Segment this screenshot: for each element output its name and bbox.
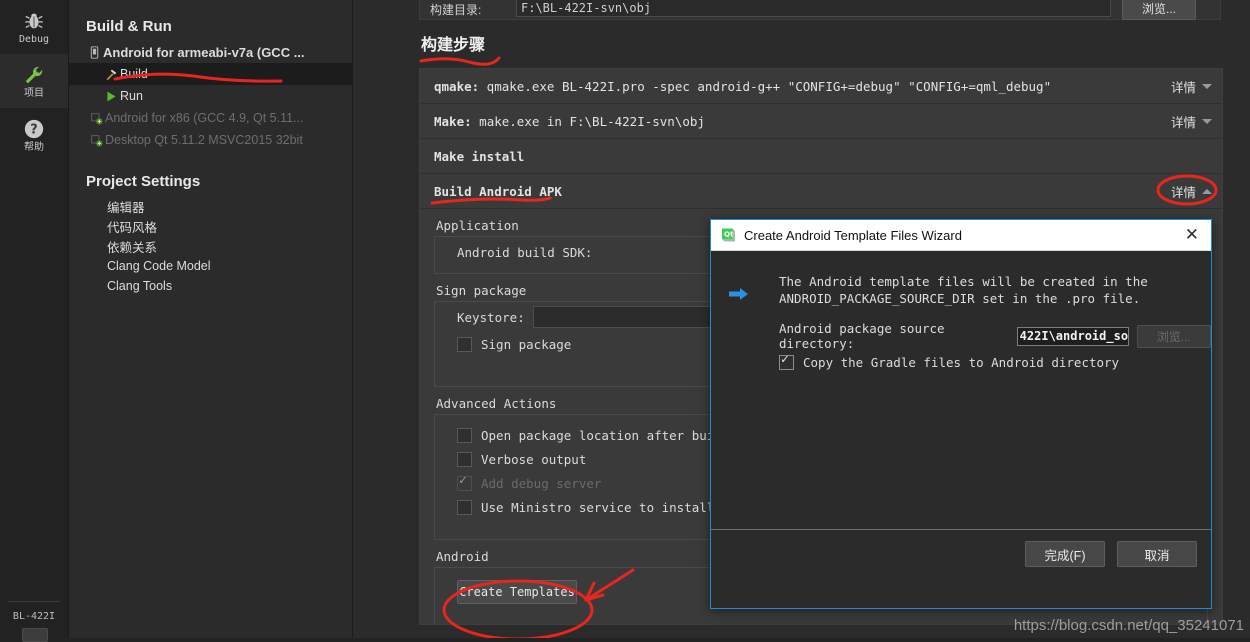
arrow-right-icon	[729, 287, 749, 301]
wizard-message: The Android template files will be creat…	[779, 273, 1179, 307]
tree-item-run[interactable]: Run	[69, 85, 352, 107]
mode-label-projects: 项目	[24, 87, 44, 99]
build-step-detail-button[interactable]: 详情	[1171, 112, 1212, 131]
wizard-finish-button[interactable]: 完成(F)	[1025, 541, 1105, 567]
active-project-label: BL-422I	[12, 611, 56, 622]
build-directory-group: 构建目录: F:\BL-422I-svn\obj 浏览...	[419, 0, 1221, 20]
verbose-output-checkbox[interactable]	[457, 451, 472, 467]
mode-button-projects[interactable]: 项目	[0, 54, 68, 108]
use-ministro-checkbox[interactable]	[457, 499, 472, 515]
build-step-name: Make install	[434, 148, 525, 164]
kit-add-icon	[87, 134, 105, 147]
build-steps-heading: 构建步骤	[421, 37, 486, 54]
tree-kit-android-armeabi[interactable]: Android for armeabi-v7a (GCC ...	[69, 41, 352, 63]
wizard-title: Create Android Template Files Wizard	[744, 227, 962, 243]
wizard-cancel-button[interactable]: 取消	[1117, 541, 1197, 567]
settings-item-clang-code-model[interactable]: Clang Code Model	[69, 256, 352, 276]
watermark: https://blog.csdn.net/qq_35241071	[1013, 617, 1244, 634]
android-build-sdk-label: Android build SDK:	[457, 244, 593, 260]
bug-icon	[23, 10, 45, 32]
detail-label: 详情	[1170, 81, 1196, 95]
open-package-location-checkbox[interactable]	[457, 427, 472, 443]
build-directory-browse-button[interactable]: 浏览...	[1122, 0, 1196, 20]
build-step-args: qmake.exe BL-422I.pro -spec android-g++ …	[479, 78, 1052, 94]
rail-divider	[8, 601, 60, 602]
wizard-message-line1: The Android template files will be creat…	[779, 274, 1148, 289]
tree-kit-android-x86[interactable]: Android for x86 (GCC 4.9, Qt 5.11...	[69, 107, 352, 129]
build-step-make-install[interactable]: Make install	[420, 139, 1222, 174]
add-debug-server-checkbox	[457, 473, 472, 491]
mode-rail: Debug 项目 ? 帮助 BL-422I	[0, 0, 69, 642]
tree-item-label: Build	[120, 67, 148, 81]
wizard-message-line2: ANDROID_PACKAGE_SOURCE_DIR set in the .p…	[779, 291, 1141, 306]
build-step-name: Build Android APK	[434, 183, 562, 199]
project-tree-pane: Build & Run Android for armeabi-v7a (GCC…	[69, 0, 353, 638]
tree-item-label: Run	[120, 89, 143, 103]
kit-add-icon	[87, 112, 105, 125]
wizard-directory-label: Android package source directory:	[779, 321, 945, 351]
build-step-make[interactable]: Make: make.exe in F:\BL-422I-svn\obj 详情	[420, 104, 1222, 139]
device-icon	[85, 45, 103, 59]
svg-text:?: ?	[30, 122, 37, 137]
build-directory-input[interactable]: F:\BL-422I-svn\obj	[516, 0, 1111, 17]
build-step-args: make.exe in F:\BL-422I-svn\obj	[471, 113, 705, 129]
mode-button-help[interactable]: ? 帮助	[0, 108, 68, 162]
verbose-output-label: Verbose output	[481, 451, 587, 467]
detail-label: 详情	[1170, 186, 1196, 200]
mode-label-help: 帮助	[24, 141, 44, 153]
tree-kit-label: Desktop Qt 5.11.2 MSVC2015 32bit	[105, 133, 303, 147]
use-ministro-label: Use Ministro service to install Qt	[481, 499, 737, 515]
create-android-template-wizard-dialog: Qt Create Android Template Files Wizard …	[710, 219, 1212, 609]
detail-label: 详情	[1170, 116, 1196, 130]
qt-logo-icon: Qt	[720, 227, 736, 243]
tree-kit-label: Android for x86 (GCC 4.9, Qt 5.11...	[105, 111, 304, 125]
build-step-build-android-apk[interactable]: Build Android APK 详情	[420, 174, 1222, 209]
mode-label-debug: Debug	[18, 33, 50, 45]
settings-item-editor[interactable]: 编辑器	[69, 196, 352, 216]
build-step-qmake[interactable]: qmake: qmake.exe BL-422I.pro -spec andro…	[420, 69, 1222, 104]
mode-button-debug[interactable]: Debug	[0, 0, 68, 54]
play-icon	[102, 90, 120, 103]
wrench-icon	[23, 64, 45, 86]
copy-gradle-label: Copy the Gradle files to Android directo…	[803, 355, 1120, 370]
copy-gradle-checkbox[interactable]	[779, 352, 794, 370]
svg-text:Qt: Qt	[724, 231, 734, 239]
build-directory-label: 构建目录:	[430, 3, 482, 17]
settings-item-code-style[interactable]: 代码风格	[69, 216, 352, 236]
build-step-detail-button-apk[interactable]: 详情	[1171, 182, 1212, 201]
settings-item-clang-tools[interactable]: Clang Tools	[69, 276, 352, 296]
chevron-up-icon	[1202, 189, 1212, 194]
wizard-footer: 完成(F) 取消	[711, 530, 1211, 578]
tree-item-build[interactable]: Build	[69, 63, 352, 85]
open-package-location-label: Open package location after build	[481, 427, 730, 443]
sign-package-checkbox[interactable]	[457, 336, 472, 352]
hammer-icon	[102, 68, 120, 81]
chevron-down-icon	[1202, 84, 1212, 89]
settings-item-dependencies[interactable]: 依赖关系	[69, 236, 352, 256]
tree-kit-desktop-qt[interactable]: Desktop Qt 5.11.2 MSVC2015 32bit	[69, 129, 352, 151]
add-debug-server-label: Add debug server	[481, 475, 602, 491]
wizard-body: The Android template files will be creat…	[711, 251, 1211, 578]
build-run-heading: Build & Run	[86, 18, 172, 35]
wizard-copy-gradle-row[interactable]: Copy the Gradle files to Android directo…	[779, 352, 1120, 370]
sign-package-checkbox-label: Sign package	[481, 336, 572, 352]
build-step-name: Make:	[434, 113, 472, 129]
project-settings-heading: Project Settings	[86, 173, 201, 190]
wizard-directory-row: Android package source directory: 422I\a…	[779, 321, 1211, 351]
wizard-titlebar: Qt Create Android Template Files Wizard …	[711, 220, 1211, 251]
chevron-down-icon	[1202, 119, 1212, 124]
close-icon[interactable]: ✕	[1185, 226, 1199, 243]
build-step-name: qmake:	[434, 78, 480, 94]
build-step-detail-button[interactable]: 详情	[1171, 77, 1212, 96]
wizard-browse-button: 浏览...	[1136, 324, 1211, 348]
wizard-directory-input[interactable]: 422I\android_sources	[1016, 326, 1129, 346]
tree-kit-label: Android for armeabi-v7a (GCC ...	[103, 44, 305, 60]
keystore-label: Keystore:	[457, 309, 525, 325]
help-icon: ?	[23, 118, 45, 140]
create-templates-button[interactable]: Create Templates	[457, 580, 577, 604]
rail-bottom-widget[interactable]	[22, 628, 48, 642]
